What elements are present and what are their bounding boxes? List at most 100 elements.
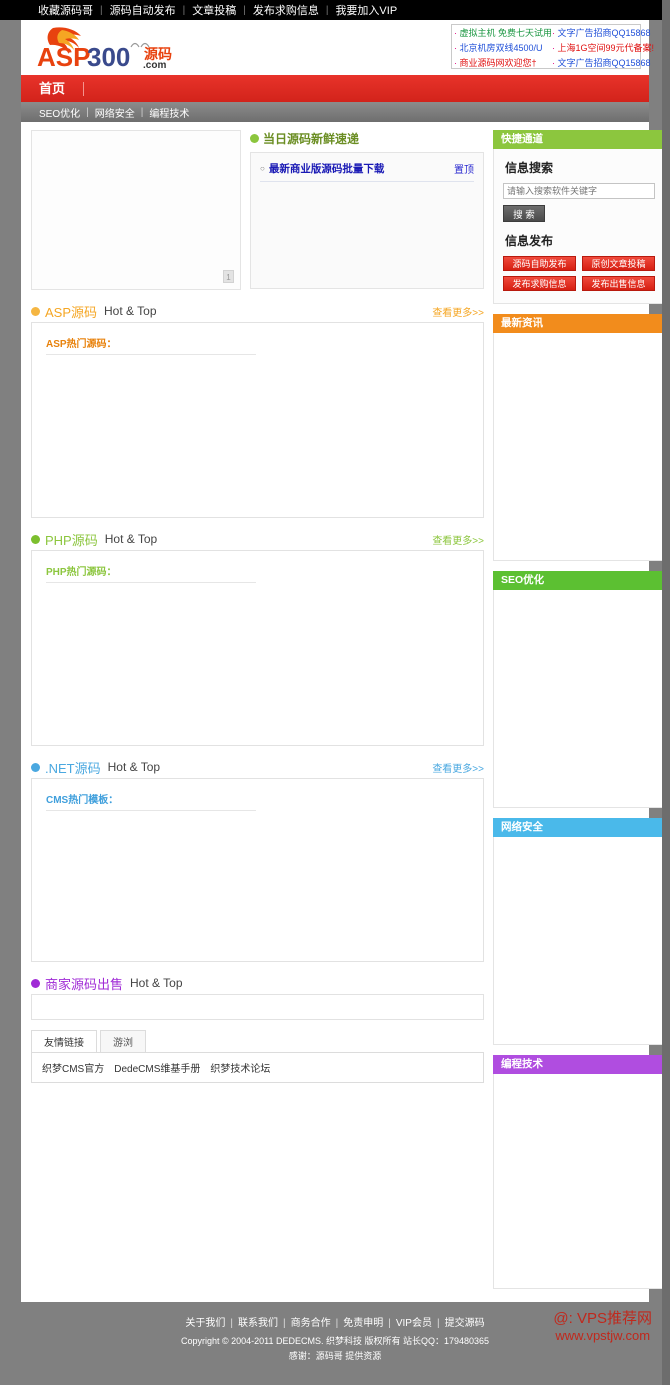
publish-button-3[interactable]: 发布出售信息 bbox=[582, 276, 655, 291]
footer-link-0[interactable]: 关于我们 bbox=[180, 1318, 230, 1329]
svg-text:ASP: ASP bbox=[37, 42, 90, 71]
watermark: @: VPS推荐网 www.vpstjw.com bbox=[553, 1310, 652, 1344]
section-0: ASP源码 Hot & Top 查看更多>> ASP热门源码： bbox=[31, 300, 484, 518]
ad-left-item-0[interactable]: · 虚拟主机 免费七天试用 bbox=[454, 26, 552, 41]
slideshow-box[interactable]: 1 bbox=[31, 130, 241, 290]
footer-link-4[interactable]: VIP会员 bbox=[391, 1318, 437, 1329]
daily-feed-list: ○ 最新商业版源码批量下载 置顶 bbox=[250, 152, 484, 289]
slideshow-page-button[interactable]: 1 bbox=[223, 270, 234, 283]
ad-right-item-0[interactable]: · 文字广告招商QQ15868 bbox=[552, 26, 654, 41]
watermark-line-2: www.vpstjw.com bbox=[555, 1328, 651, 1343]
bullet-icon bbox=[250, 134, 259, 143]
friendly-links-tabs: 友情链接 游浏 bbox=[31, 1030, 484, 1052]
logo-graphic: ASP 300 源码 .com bbox=[37, 27, 172, 71]
friendly-links-tab-1[interactable]: 游浏 bbox=[100, 1030, 146, 1052]
top-link-3[interactable]: 发布求购信息 bbox=[246, 2, 326, 18]
top-widgets-row: 1 当日源码新鲜速递 ○ 最新商业版源码批量下载 置顶 bbox=[31, 130, 484, 290]
subnav-item-2[interactable]: 编程技术 bbox=[143, 105, 195, 120]
section-header: PHP源码 Hot & Top 查看更多>> bbox=[31, 528, 484, 550]
top-link-1[interactable]: 源码自动发布 bbox=[103, 2, 183, 18]
sidebar-panel-0: 最新资讯 bbox=[493, 314, 665, 561]
main-column: 1 当日源码新鲜速递 ○ 最新商业版源码批量下载 置顶 ASP源码 Hot & Top… bbox=[31, 130, 484, 1299]
top-link-0[interactable]: 收藏源码哥 bbox=[31, 2, 100, 18]
subnav-item-1[interactable]: 网络安全 bbox=[89, 105, 141, 120]
sidebar: 快捷通道 信息搜索 搜 索 信息发布 源码自助发布原创文章投稿发布求购信息发布出… bbox=[493, 130, 665, 1299]
ad-left-item-2[interactable]: · 商业源码网欢迎您† bbox=[454, 56, 552, 71]
footer-link-3[interactable]: 免责申明 bbox=[338, 1318, 388, 1329]
sidebar-panel-2: 网络安全 bbox=[493, 818, 665, 1045]
sidebar-panel-body bbox=[493, 590, 665, 808]
thanks-line: 感谢：源码哥 提供资源 bbox=[288, 1351, 382, 1361]
ad-right-item-2[interactable]: · 文字广告招商QQ15868 bbox=[552, 56, 654, 71]
footer-link-1[interactable]: 联系我们 bbox=[233, 1318, 283, 1329]
friendly-link-1[interactable]: DedeCMS维基手册 bbox=[114, 1064, 200, 1075]
sidebar-panel-body bbox=[493, 333, 665, 561]
quick-channel-panel: 快捷通道 信息搜索 搜 索 信息发布 源码自助发布原创文章投稿发布求购信息发布出… bbox=[493, 130, 665, 304]
svg-text:.com: .com bbox=[143, 60, 166, 71]
ad-left-item-1[interactable]: · 北京机房双线4500/U bbox=[454, 41, 552, 56]
section-hot-label: Hot & Top bbox=[130, 976, 183, 990]
footer-link-5[interactable]: 提交源码 bbox=[440, 1318, 490, 1329]
sidebar-panel-header: 最新资讯 bbox=[493, 314, 665, 333]
section-title: ASP源码 bbox=[45, 304, 98, 320]
ad-bullet-icon: · bbox=[552, 28, 558, 38]
publish-button-1[interactable]: 原创文章投稿 bbox=[582, 256, 655, 271]
section-subheading: CMS热门模板： bbox=[46, 791, 256, 811]
section-more-link[interactable]: 查看更多>> bbox=[432, 532, 484, 547]
ad-right-item-1[interactable]: · 上海1G空间99元代备案! bbox=[552, 41, 654, 56]
section-more-link[interactable]: 查看更多>> bbox=[432, 304, 484, 319]
section-body: PHP热门源码： bbox=[31, 550, 484, 746]
publish-button-grid: 源码自助发布 原创文章投稿 发布求购信息 发布出售信息 bbox=[503, 256, 655, 291]
ad-bullet-icon: · bbox=[454, 58, 460, 68]
top-link-2[interactable]: 文章投稿 bbox=[185, 2, 243, 18]
section-subheading: PHP热门源码： bbox=[46, 563, 256, 583]
ad-column-left: · 虚拟主机 免费七天试用 · 北京机房双线4500/U · 商业源码网欢迎您† bbox=[454, 26, 552, 68]
publish-button-2[interactable]: 发布求购信息 bbox=[503, 276, 576, 291]
daily-feed-item[interactable]: ○ 最新商业版源码批量下载 置顶 bbox=[260, 161, 474, 182]
main-navigation: 首页 bbox=[21, 75, 649, 102]
friendly-link-0[interactable]: 织梦CMS官方 bbox=[42, 1064, 104, 1075]
section-title: 商家源码出售 bbox=[45, 976, 124, 992]
section-3: 商家源码出售 Hot & Top bbox=[31, 972, 484, 1020]
subnav-item-0[interactable]: SEO优化 bbox=[33, 105, 86, 120]
section-title: .NET源码 bbox=[45, 760, 101, 776]
site-logo[interactable]: ASP 300 源码 .com bbox=[31, 25, 221, 71]
section-title: PHP源码 bbox=[45, 532, 98, 548]
nav-item-home[interactable]: 首页 bbox=[21, 75, 83, 102]
sidebar-panel-body bbox=[493, 1074, 665, 1289]
section-body: ASP热门源码： bbox=[31, 322, 484, 518]
section-2: .NET源码 Hot & Top 查看更多>> CMS热门模板： bbox=[31, 756, 484, 962]
page-root: 收藏源码哥 | 源码自动发布 | 文章投稿 | 发布求购信息 | 我要加入VIP ASP 300… bbox=[0, 0, 670, 1385]
ad-bullet-icon: · bbox=[454, 28, 460, 38]
sidebar-panel-3: 编程技术 bbox=[493, 1055, 665, 1289]
sidebar-panel-body bbox=[493, 837, 665, 1045]
section-header: 商家源码出售 Hot & Top bbox=[31, 972, 484, 994]
sidebar-panels: 最新资讯 SEO优化 网络安全 编程技术 bbox=[493, 314, 665, 1289]
section-bullet-icon bbox=[31, 534, 40, 544]
right-edge-strip bbox=[662, 0, 670, 1385]
svg-text:300: 300 bbox=[87, 42, 130, 71]
search-heading: 信息搜索 bbox=[505, 161, 554, 175]
friendly-link-2[interactable]: 织梦技术论坛 bbox=[210, 1064, 270, 1075]
top-utility-bar: 收藏源码哥 | 源码自动发布 | 文章投稿 | 发布求购信息 | 我要加入VIP bbox=[0, 0, 670, 20]
header-ad-box: · 虚拟主机 免费七天试用 · 北京机房双线4500/U · 商业源码网欢迎您† ·… bbox=[451, 24, 654, 69]
ad-bullet-icon: · bbox=[454, 43, 460, 53]
publish-button-0[interactable]: 源码自助发布 bbox=[503, 256, 576, 271]
watermark-line-1: @: VPS推荐网 bbox=[553, 1310, 652, 1327]
friendly-links-tab-0[interactable]: 友情链接 bbox=[31, 1030, 97, 1052]
ad-bullet-icon: · bbox=[552, 58, 558, 68]
top-link-4[interactable]: 我要加入VIP bbox=[328, 2, 404, 18]
publish-heading: 信息发布 bbox=[505, 234, 554, 248]
section-hot-label: Hot & Top bbox=[104, 304, 157, 318]
search-input[interactable] bbox=[503, 183, 655, 199]
daily-feed-title: 当日源码新鲜速递 bbox=[263, 132, 360, 146]
section-subheading: ASP热门源码： bbox=[46, 335, 256, 355]
sidebar-panel-header: 编程技术 bbox=[493, 1055, 665, 1074]
search-button[interactable]: 搜 索 bbox=[503, 205, 545, 222]
ad-column-right: · 文字广告招商QQ15868 · 上海1G空间99元代备案! · 文字广告招商QQ… bbox=[552, 26, 654, 68]
footer-link-2[interactable]: 商务合作 bbox=[286, 1318, 336, 1329]
daily-feed-header: 当日源码新鲜速递 bbox=[250, 130, 484, 147]
section-more-link[interactable]: 查看更多>> bbox=[432, 760, 484, 775]
section-body bbox=[31, 994, 484, 1020]
daily-item-link[interactable]: 最新商业版源码批量下载 bbox=[269, 161, 454, 176]
